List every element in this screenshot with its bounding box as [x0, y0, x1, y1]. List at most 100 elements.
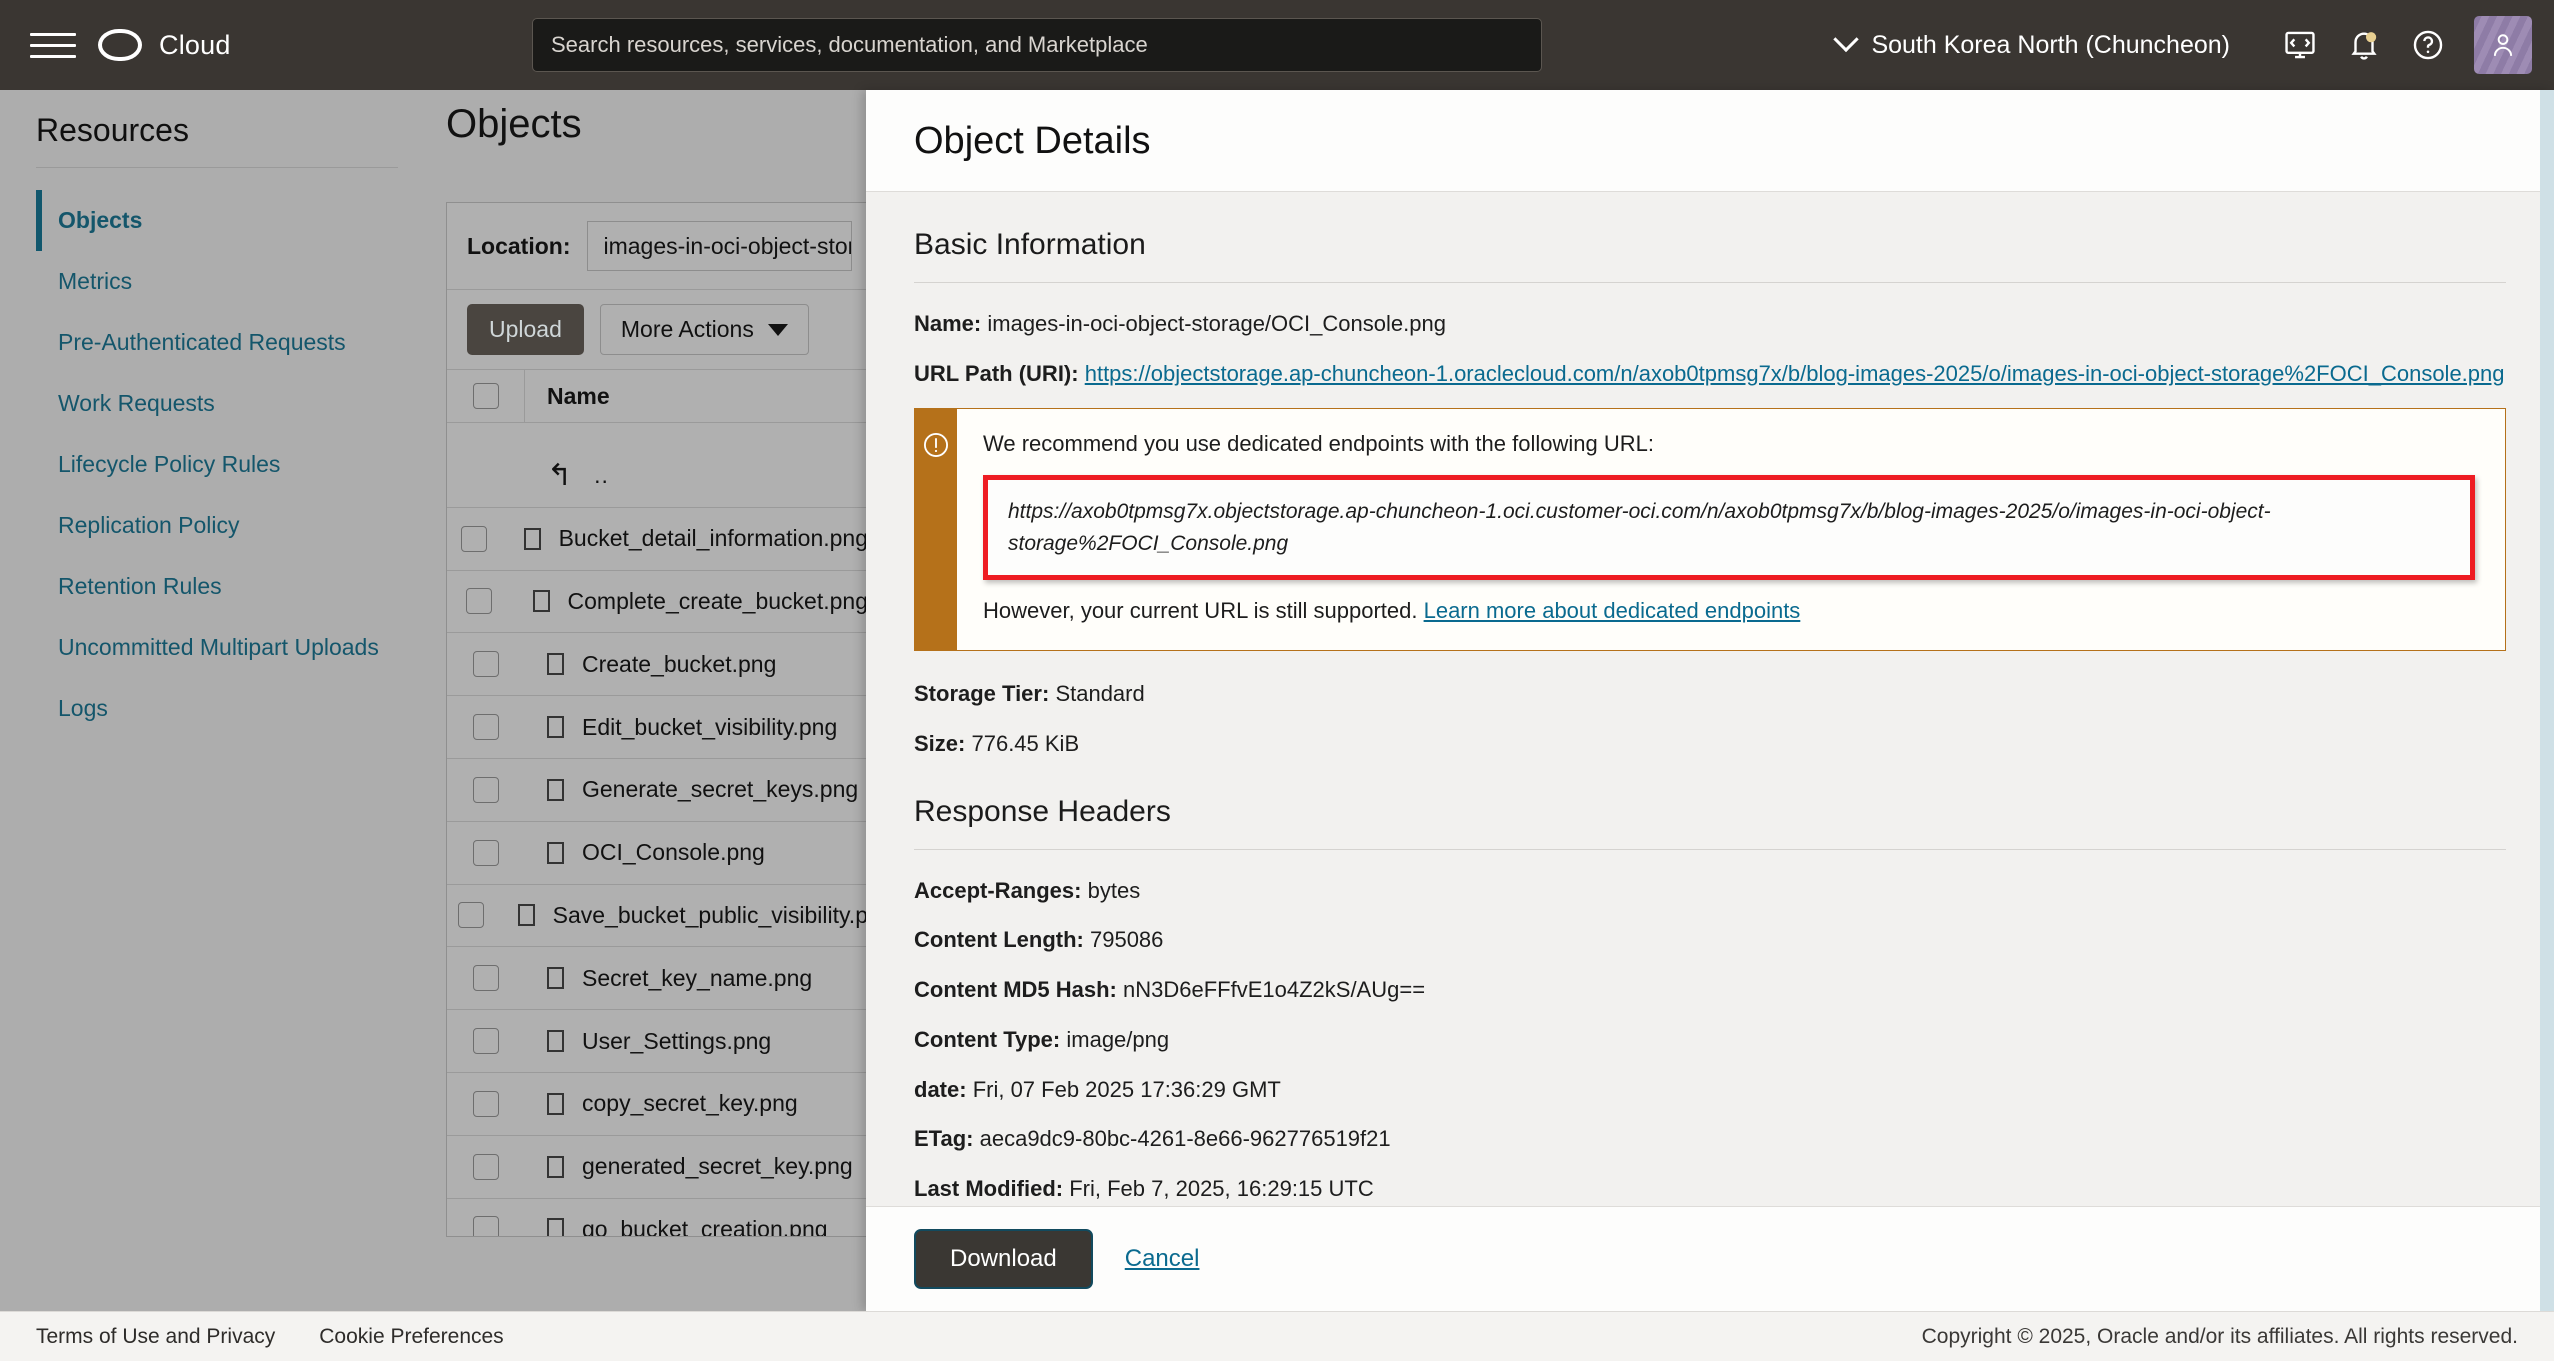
file-icon — [547, 778, 564, 801]
select-all-checkbox[interactable] — [472, 383, 499, 409]
sidebar-item-lifecycle-policy-rules[interactable]: Lifecycle Policy Rules — [36, 434, 398, 495]
download-button[interactable]: Download — [914, 1229, 1093, 1289]
oracle-cloud-logo-icon — [98, 29, 142, 61]
location-input[interactable]: images-in-oci-object-storage — [586, 221, 852, 271]
header-label: ETag: — [914, 1126, 974, 1152]
hamburger-line — [30, 43, 76, 47]
row-checkbox[interactable] — [473, 651, 499, 678]
back-arrow-icon: ↰ — [547, 458, 573, 492]
row-checkbox[interactable] — [473, 965, 499, 992]
row-select-cell — [447, 839, 525, 866]
hamburger-menu-icon[interactable] — [30, 28, 76, 62]
file-cell: Complete_create_bucket.png — [511, 588, 868, 615]
file-cell: go_bucket_creation.png — [525, 1216, 828, 1236]
row-checkbox[interactable] — [473, 714, 499, 741]
table-row[interactable]: User_Settings.png — [447, 1010, 868, 1073]
global-search-input[interactable]: Search resources, services, documentatio… — [532, 18, 1542, 72]
row-select-cell — [447, 651, 525, 678]
response-headers-heading: Response Headers — [914, 794, 1171, 828]
parent-directory-row[interactable]: ↰ .. — [447, 445, 868, 508]
modal-header: Object Details — [866, 90, 2554, 192]
sidebar-item-replication-policy[interactable]: Replication Policy — [36, 495, 398, 556]
table-row[interactable]: Complete_create_bucket.png — [447, 571, 868, 634]
file-icon — [523, 527, 541, 550]
upload-button[interactable]: Upload — [467, 304, 584, 355]
file-name: Save_bucket_public_visibility.p — [552, 901, 868, 928]
table-row[interactable]: generated_secret_key.png — [447, 1136, 868, 1199]
cookie-preferences-link[interactable]: Cookie Preferences — [319, 1325, 503, 1349]
page-footer: Terms of Use and Privacy Cookie Preferen… — [0, 1311, 2554, 1361]
table-row[interactable]: Generate_secret_keys.png — [447, 759, 868, 822]
sidebar-item-objects[interactable]: Objects — [36, 190, 398, 251]
table-row[interactable]: copy_secret_key.png — [447, 1073, 868, 1136]
table-row[interactable]: Secret_key_name.png — [447, 947, 868, 1011]
cloud-shell-icon[interactable] — [2268, 13, 2332, 77]
table-row[interactable]: Edit_bucket_visibility.png — [447, 696, 868, 759]
file-icon — [517, 904, 535, 927]
sidebar-item-retention-rules[interactable]: Retention Rules — [36, 556, 398, 617]
row-checkbox[interactable] — [473, 776, 499, 803]
brand-label: Cloud — [159, 29, 231, 60]
row-select-cell — [447, 525, 502, 552]
file-name: Create_bucket.png — [582, 650, 777, 677]
table-row[interactable]: Bucket_detail_information.png — [447, 508, 868, 571]
chevron-down-icon — [767, 323, 788, 336]
file-name: Generate_secret_keys.png — [582, 776, 859, 803]
resources-sidebar: Resources Objects Metrics Pre-Authentica… — [0, 90, 434, 1311]
warning-accent-strip — [915, 409, 957, 651]
sidebar-item-metrics[interactable]: Metrics — [36, 251, 398, 312]
learn-more-link[interactable]: Learn more about dedicated endpoints — [1424, 598, 1801, 623]
row-checkbox[interactable] — [473, 1153, 499, 1180]
object-name-row: Name: images-in-oci-object-storage/OCI_C… — [914, 309, 2506, 339]
object-url-link[interactable]: https://objectstorage.ap-chuncheon-1.ora… — [1085, 361, 2505, 386]
table-row[interactable]: OCI_Console.png — [447, 822, 868, 885]
row-checkbox[interactable] — [473, 1216, 499, 1236]
file-name: copy_secret_key.png — [582, 1090, 798, 1117]
user-avatar[interactable] — [2474, 16, 2532, 74]
location-row: Location: images-in-oci-object-storage — [447, 203, 868, 289]
table-row[interactable]: Create_bucket.png — [447, 633, 868, 697]
table-row[interactable]: Save_bucket_public_visibility.p — [447, 885, 868, 948]
brand-logo[interactable]: Cloud — [98, 29, 231, 61]
column-header-name: Name — [547, 382, 610, 409]
objects-table-body: ↰ .. Bucket_detail_information.png Compl… — [447, 445, 868, 1236]
row-checkbox[interactable] — [473, 839, 499, 866]
modal-title: Object Details — [914, 120, 1151, 162]
sidebar-item-logs[interactable]: Logs — [36, 678, 398, 739]
file-name: User_Settings.png — [582, 1027, 772, 1054]
row-checkbox[interactable] — [473, 1090, 499, 1117]
row-select-cell — [447, 902, 496, 929]
storage-tier-value: Standard — [1055, 681, 1145, 707]
dedicated-endpoint-warning: We recommend you use dedicated endpoints… — [914, 408, 2506, 652]
file-icon — [547, 1092, 564, 1115]
objects-card: Location: images-in-oci-object-storage U… — [446, 202, 868, 1237]
notifications-bell-icon[interactable] — [2332, 13, 2396, 77]
row-select-cell — [447, 1028, 525, 1055]
region-selector[interactable]: South Korea North (Chuncheon) — [1833, 26, 2230, 60]
file-name: Edit_bucket_visibility.png — [582, 713, 838, 740]
row-select-cell — [447, 776, 525, 803]
row-select-cell — [447, 1216, 525, 1236]
file-icon — [547, 967, 564, 990]
sidebar-item-pre-authenticated-requests[interactable]: Pre-Authenticated Requests — [36, 312, 398, 373]
sidebar-divider — [36, 167, 398, 168]
warning-content: We recommend you use dedicated endpoints… — [957, 409, 2505, 650]
more-actions-button[interactable]: More Actions — [599, 304, 809, 355]
row-checkbox[interactable] — [473, 1028, 499, 1055]
row-checkbox[interactable] — [458, 902, 485, 929]
help-question-icon[interactable] — [2396, 13, 2460, 77]
header-label: Last Modified: — [914, 1175, 1064, 1201]
search-placeholder-text: Search resources, services, documentatio… — [551, 32, 1148, 57]
cancel-button[interactable]: Cancel — [1125, 1245, 1200, 1273]
sidebar-item-work-requests[interactable]: Work Requests — [36, 373, 398, 434]
footer-links: Terms of Use and Privacy Cookie Preferen… — [36, 1325, 504, 1349]
sidebar-item-uncommitted-multipart-uploads[interactable]: Uncommitted Multipart Uploads — [36, 617, 398, 678]
basic-information-heading: Basic Information — [914, 228, 1146, 261]
header-value: aeca9dc9-80bc-4261-8e66-962776519f21 — [979, 1126, 1391, 1152]
row-checkbox[interactable] — [461, 525, 488, 552]
table-row[interactable]: go_bucket_creation.png — [447, 1199, 868, 1236]
warning-footer-text: However, your current URL is still suppo… — [983, 598, 1418, 624]
terms-of-use-link[interactable]: Terms of Use and Privacy — [36, 1325, 275, 1349]
dedicated-endpoint-url[interactable]: https://axob0tpmsg7x.objectstorage.ap-ch… — [983, 475, 2475, 581]
row-checkbox[interactable] — [465, 588, 492, 615]
